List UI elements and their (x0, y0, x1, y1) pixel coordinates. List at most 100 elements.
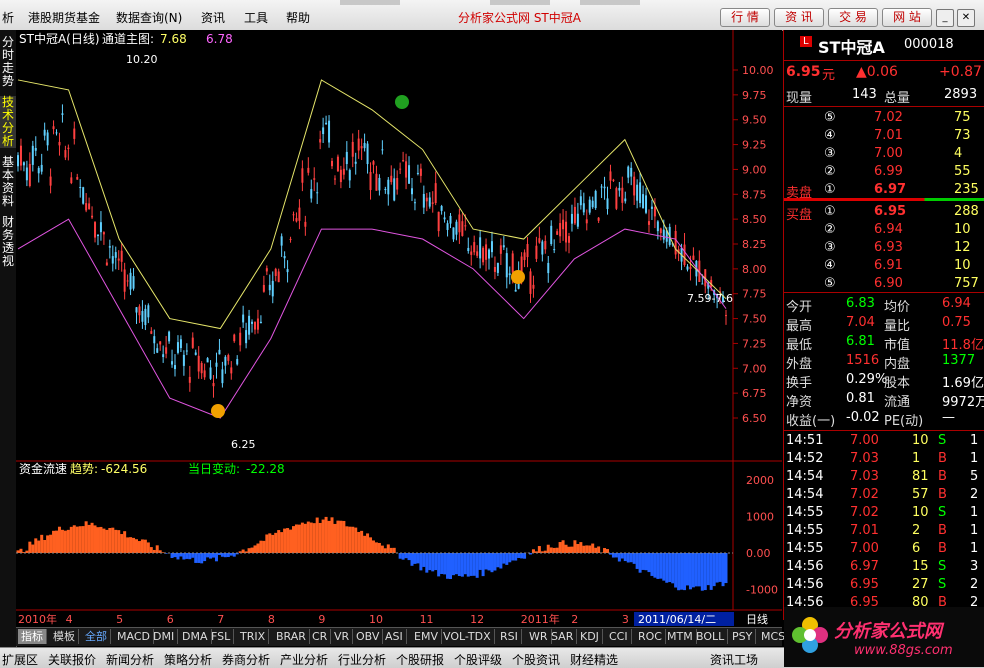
indicator-tab[interactable]: ASI (382, 629, 407, 644)
time-axis-label: 3 (622, 613, 629, 626)
tab-intraday[interactable]: 分时走势 (0, 36, 16, 88)
stat-row: 收益(一)-0.02PE(动)— (784, 409, 984, 427)
tick-row: 14:517.0010S1 (784, 432, 984, 450)
indicator-tab[interactable]: BOLL (693, 629, 728, 644)
menu-item-analysis[interactable]: 析 (2, 9, 14, 26)
trade-button[interactable]: 交 易 (828, 8, 878, 27)
candle-body (115, 252, 117, 258)
candle-body (130, 273, 132, 290)
indicator-tab[interactable]: ROC (635, 629, 666, 644)
indicator-tab[interactable]: MACD (114, 629, 154, 644)
tick-volume: 6 (912, 541, 920, 556)
tick-time: 14:54 (786, 469, 823, 484)
flow-bar (588, 546, 591, 553)
bid-price: 6.90 (874, 276, 903, 291)
flow-bar (372, 540, 375, 553)
bottom-nav-item[interactable]: 行业分析 (338, 651, 386, 668)
close-icon[interactable]: ✕ (957, 9, 975, 27)
indicator-tab[interactable]: DMA (179, 629, 212, 644)
bottom-nav-item[interactable]: 个股评级 (454, 651, 502, 668)
candle-body (384, 189, 386, 190)
bottom-right-link[interactable]: 资讯工场 (710, 651, 758, 668)
candle-body (195, 353, 197, 355)
stat-label: 净资 (786, 391, 812, 410)
indicator-tab[interactable]: 全部 (82, 629, 111, 644)
bottom-nav-item[interactable]: 财经精选 (570, 651, 618, 668)
indicator-tab[interactable]: PSY (729, 629, 756, 644)
logo-text: 分析家公式网 (834, 617, 942, 643)
flow-bar (419, 553, 422, 570)
indicator-tab[interactable]: OBV (353, 629, 383, 644)
candle-body (396, 178, 398, 190)
tab-profile[interactable]: 基本资料 (0, 156, 16, 208)
menu-item-help[interactable]: 帮助 (286, 9, 310, 26)
bottom-nav-item[interactable]: 个股资讯 (512, 651, 560, 668)
quote-button[interactable]: 行 情 (720, 8, 770, 27)
indicator-tab[interactable]: 指标 (18, 629, 47, 644)
indicator-tab[interactable]: MTM (664, 629, 697, 644)
indicator-tab[interactable]: RSI (497, 629, 522, 644)
bottom-nav-item[interactable]: 新闻分析 (106, 651, 154, 668)
indicator-tab[interactable]: VR (331, 629, 353, 644)
indicator-tab[interactable]: FSL (208, 629, 234, 644)
bottom-nav-item[interactable]: 个股研报 (396, 651, 444, 668)
indicator-tab[interactable]: EMV (411, 629, 442, 644)
menu-item-hk-futures[interactable]: 港股期货基金 (28, 9, 100, 26)
candle-body (322, 127, 324, 134)
tick-count: 5 (970, 469, 978, 484)
bottom-nav-item[interactable]: 策略分析 (164, 651, 212, 668)
flow-bar (482, 553, 485, 576)
indicator-tab[interactable]: KDJ (577, 629, 603, 644)
candle-body (538, 238, 540, 242)
indicator-tab[interactable]: CR (309, 629, 331, 644)
flow-bar (313, 523, 316, 553)
news-button[interactable]: 资 讯 (774, 8, 824, 27)
price-tick-label: 8.25 (742, 238, 767, 251)
bottom-nav-item[interactable]: 关联报价 (48, 651, 96, 668)
indicator-tab[interactable]: DMI (150, 629, 178, 644)
flow-bar (627, 553, 630, 562)
stat-label: PE(动) (884, 410, 923, 429)
candle-body (97, 235, 99, 237)
indicator-tab[interactable]: VOL-TDX (440, 629, 495, 644)
sell-signal-icon (395, 95, 409, 109)
indicator-name: 通道主图: (102, 32, 154, 46)
candle-body (159, 341, 161, 344)
buy-signal-icon (511, 270, 525, 284)
tab-technical[interactable]: 技术分析 (0, 96, 16, 148)
indicator-tab[interactable]: 模板 (50, 629, 79, 644)
tick-volume: 27 (912, 577, 929, 592)
indicator-tab[interactable]: BRAR (273, 629, 310, 644)
flow-bar (191, 553, 194, 558)
candle-body (372, 161, 374, 165)
flow-bar (576, 544, 579, 553)
menu-item-data-query[interactable]: 数据查询(N) (116, 9, 182, 26)
sub-indicator-name: 资金流速 (19, 461, 67, 476)
bottom-nav-item[interactable]: 扩展区 (2, 651, 38, 668)
menu-item-info[interactable]: 资讯 (201, 9, 225, 26)
flow-bar (707, 553, 710, 585)
bottom-nav-item[interactable]: 券商分析 (222, 651, 270, 668)
candle-body (390, 176, 392, 182)
flow-bar (262, 541, 265, 553)
chart-area[interactable]: ST中冠A(日线) 通道主图: 7.68 6.78 10.009.759.509… (16, 30, 782, 610)
candle-body (281, 236, 283, 245)
flow-bar (390, 548, 393, 553)
minimize-icon[interactable]: _ (936, 9, 954, 27)
indicator-tab[interactable]: TRIX (237, 629, 269, 644)
tab-financial[interactable]: 财务透视 (0, 216, 16, 268)
indicator-tab[interactable]: CCI (606, 629, 632, 644)
flow-bar (565, 545, 568, 553)
flow-bar (449, 553, 452, 579)
website-button[interactable]: 网 站 (882, 8, 932, 27)
indicator-tab[interactable]: SAR (548, 629, 577, 644)
period-label: 日线 (746, 612, 768, 626)
bottom-nav-item[interactable]: 产业分析 (280, 651, 328, 668)
kline-chart[interactable]: ST中冠A(日线) 通道主图: 7.68 6.78 10.009.759.509… (16, 30, 782, 627)
candle-body (124, 269, 126, 291)
trend-label: 趋势: (70, 462, 98, 476)
flow-bar (452, 553, 455, 575)
menu-item-tools[interactable]: 工具 (244, 9, 268, 26)
stat-label: 收益(一) (786, 410, 835, 429)
flow-bar (692, 553, 695, 587)
